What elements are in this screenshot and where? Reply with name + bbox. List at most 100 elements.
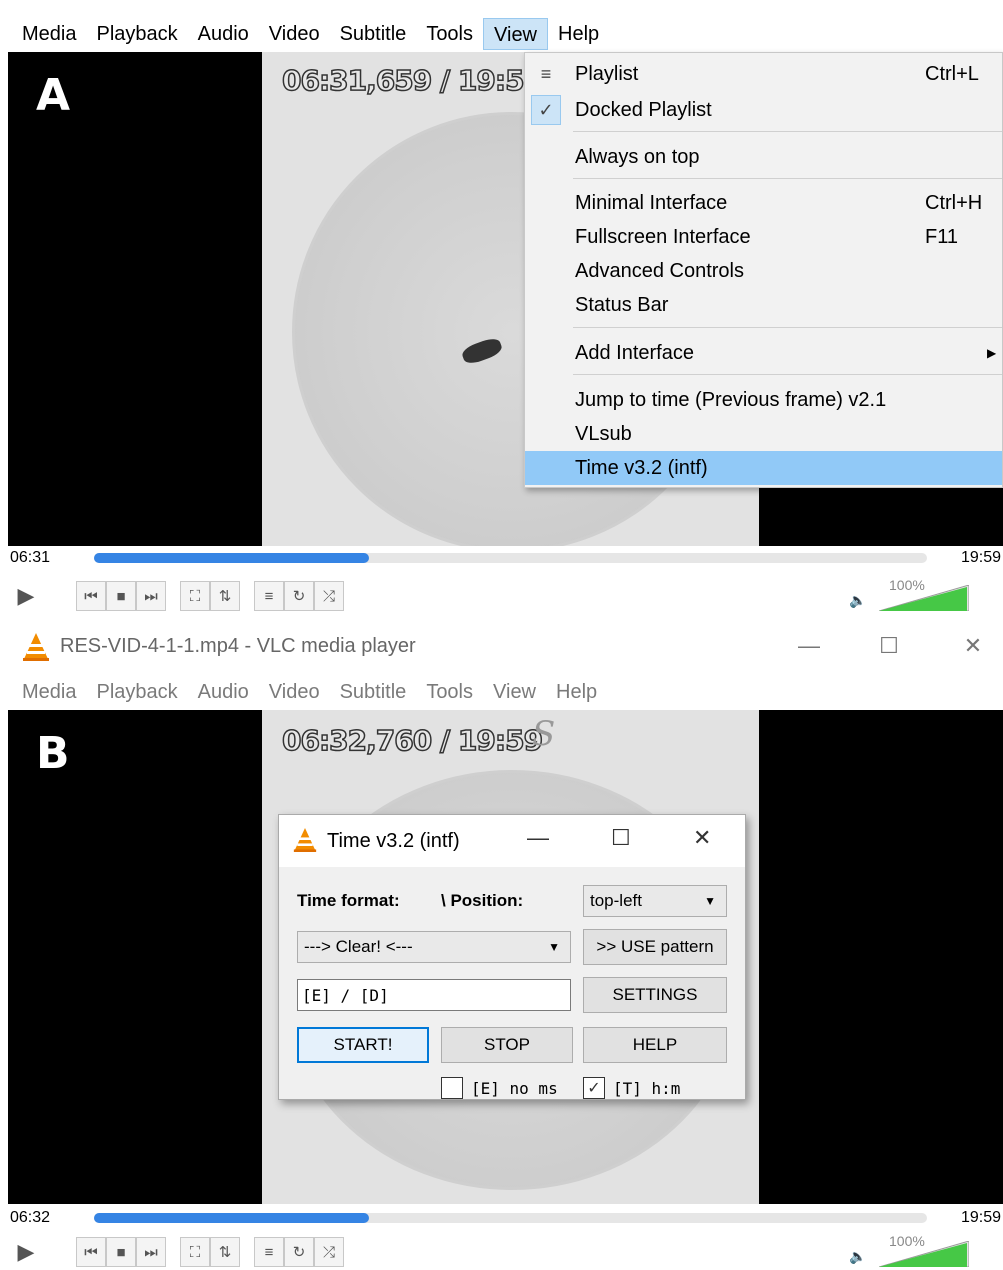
total-time: 19:59 <box>960 1209 1001 1226</box>
playlist-button[interactable]: ≡ <box>254 581 284 611</box>
fullscreen-button[interactable]: ⛶ <box>180 1237 210 1267</box>
extended-settings-button[interactable]: ⇅ <box>210 1237 240 1267</box>
menu-item-status-bar[interactable]: Status Bar <box>525 288 1002 322</box>
window-title: RES-VID-4-1-1.mp4 - VLC media player <box>60 635 416 657</box>
control-bar: ▶ ⏮ ■ ⏭ ⛶ ⇅ ≡ ↻ ⤮ 🔈 100% <box>8 1232 1003 1270</box>
fullscreen-button[interactable]: ⛶ <box>180 581 210 611</box>
menu-item-advanced-controls[interactable]: Advanced Controls <box>525 254 1002 288</box>
menu-item-label: Minimal Interface <box>575 191 728 214</box>
stop-button[interactable]: STOP <box>441 1027 573 1063</box>
play-button[interactable]: ▶ <box>8 1235 44 1269</box>
menu-item-time-intf[interactable]: Time v3.2 (intf) <box>525 451 1002 485</box>
start-button[interactable]: START! <box>297 1027 429 1063</box>
minimize-button[interactable]: — <box>784 628 834 664</box>
menu-subtitle[interactable]: Subtitle <box>330 676 417 708</box>
menu-item-label: VLsub <box>575 422 632 445</box>
menu-separator <box>573 131 1002 132</box>
speaker-icon: 🔈 <box>849 1248 867 1264</box>
video-area[interactable]: B 06:32,760 / 19:59 S Time v3.2 (intf) —… <box>8 710 1003 1204</box>
menu-audio[interactable]: Audio <box>188 18 259 50</box>
seek-bar[interactable] <box>94 553 927 563</box>
menu-item-label: Always on top <box>575 145 700 168</box>
seek-progress <box>94 553 369 563</box>
volume-control[interactable]: 🔈 100% <box>849 1233 989 1269</box>
menu-view[interactable]: View <box>483 676 546 708</box>
menu-audio[interactable]: Audio <box>188 676 259 708</box>
menu-item-label: Advanced Controls <box>575 259 744 282</box>
menu-subtitle[interactable]: Subtitle <box>330 18 417 50</box>
pattern-value: ---> Clear! <--- <box>304 937 413 956</box>
menu-video[interactable]: Video <box>259 676 330 708</box>
menu-separator <box>573 178 1002 179</box>
menu-media[interactable]: Media <box>12 676 86 708</box>
control-bar: ▶ ⏮ ■ ⏭ ⛶ ⇅ ≡ ↻ ⤮ 🔈 100% <box>8 576 1003 616</box>
menu-item-always-on-top[interactable]: Always on top <box>525 140 1002 174</box>
chevron-down-icon: ▼ <box>704 894 716 908</box>
menu-item-playlist[interactable]: ≡ Playlist Ctrl+L <box>525 57 1002 91</box>
menu-help[interactable]: Help <box>546 676 607 708</box>
next-button[interactable]: ⏭ <box>136 581 166 611</box>
format-input[interactable]: [E] / [D] <box>297 979 571 1011</box>
next-button[interactable]: ⏭ <box>136 1237 166 1267</box>
close-button[interactable]: ✕ <box>948 628 998 664</box>
seek-bar[interactable] <box>94 1213 927 1223</box>
menu-item-label: Status Bar <box>575 293 669 316</box>
menu-item-docked-playlist[interactable]: ✓ Docked Playlist <box>525 93 1002 127</box>
help-button[interactable]: HELP <box>583 1027 727 1063</box>
previous-button[interactable]: ⏮ <box>76 581 106 611</box>
loop-button[interactable]: ↻ <box>284 1237 314 1267</box>
menu-item-minimal-interface[interactable]: Minimal Interface Ctrl+H <box>525 186 1002 220</box>
seek-row: 06:31 19:59 <box>8 544 1003 572</box>
stop-button[interactable]: ■ <box>106 581 136 611</box>
hm-checkbox[interactable]: ✓ <box>583 1077 605 1099</box>
no-ms-label: [E] no ms <box>471 1079 558 1098</box>
menu-video[interactable]: Video <box>259 18 330 50</box>
playlist-button[interactable]: ≡ <box>254 1237 284 1267</box>
position-select[interactable]: top-left ▼ <box>583 885 727 917</box>
shuffle-button[interactable]: ⤮ <box>314 1237 344 1267</box>
menu-item-label: Jump to time (Previous frame) v2.1 <box>575 388 887 411</box>
minimize-button[interactable]: — <box>527 825 549 851</box>
previous-button[interactable]: ⏮ <box>76 1237 106 1267</box>
elapsed-time: 06:31 <box>10 549 51 566</box>
menu-playback[interactable]: Playback <box>86 676 187 708</box>
menu-item-fullscreen-interface[interactable]: Fullscreen Interface F11 <box>525 220 1002 254</box>
settings-button[interactable]: SETTINGS <box>583 977 727 1013</box>
menu-help[interactable]: Help <box>548 18 609 50</box>
menu-item-label: Playlist <box>575 62 639 85</box>
menu-item-label: Time v3.2 (intf) <box>575 456 708 479</box>
volume-slider[interactable] <box>879 1241 969 1267</box>
menu-tools[interactable]: Tools <box>416 18 483 50</box>
shuffle-button[interactable]: ⤮ <box>314 581 344 611</box>
loop-button[interactable]: ↻ <box>284 581 314 611</box>
menu-tools[interactable]: Tools <box>416 676 483 708</box>
menu-view[interactable]: View <box>483 18 549 50</box>
close-button[interactable]: ✕ <box>693 825 711 851</box>
osd-time: 06:31,659 / 19:59 <box>281 63 544 98</box>
use-pattern-button[interactable]: >> USE pattern <box>583 929 727 965</box>
submenu-arrow-icon: ▶ <box>987 346 997 360</box>
check-icon: ✓ <box>587 1080 601 1097</box>
volume-slider[interactable] <box>879 585 969 611</box>
stop-button[interactable]: ■ <box>106 1237 136 1267</box>
play-button[interactable]: ▶ <box>8 579 44 613</box>
menu-playback[interactable]: Playback <box>86 18 187 50</box>
menu-item-jump-to-time[interactable]: Jump to time (Previous frame) v2.1 <box>525 383 1002 417</box>
seek-row: 06:32 19:59 <box>8 1204 1003 1232</box>
osd-time: 06:32,760 / 19:59 <box>281 723 544 758</box>
menu-item-shortcut: Ctrl+L <box>925 62 979 85</box>
maximize-button[interactable]: ☐ <box>864 628 914 664</box>
pattern-select[interactable]: ---> Clear! <--- ▼ <box>297 931 571 963</box>
menu-media[interactable]: Media <box>12 18 86 50</box>
menu-item-add-interface[interactable]: Add Interface ▶ <box>525 336 1002 370</box>
maximize-button[interactable]: ☐ <box>611 825 631 851</box>
menu-item-shortcut: F11 <box>925 225 958 248</box>
no-ms-checkbox[interactable] <box>441 1077 463 1099</box>
menu-item-vlsub[interactable]: VLsub <box>525 417 1002 451</box>
volume-control[interactable]: 🔈 100% <box>849 577 989 613</box>
seek-progress <box>94 1213 369 1223</box>
playlist-icon: ≡ <box>540 63 552 84</box>
extended-settings-button[interactable]: ⇅ <box>210 581 240 611</box>
handwritten-label: S <box>532 714 556 754</box>
menu-bar: Media Playback Audio Video Subtitle Tool… <box>0 18 1003 50</box>
